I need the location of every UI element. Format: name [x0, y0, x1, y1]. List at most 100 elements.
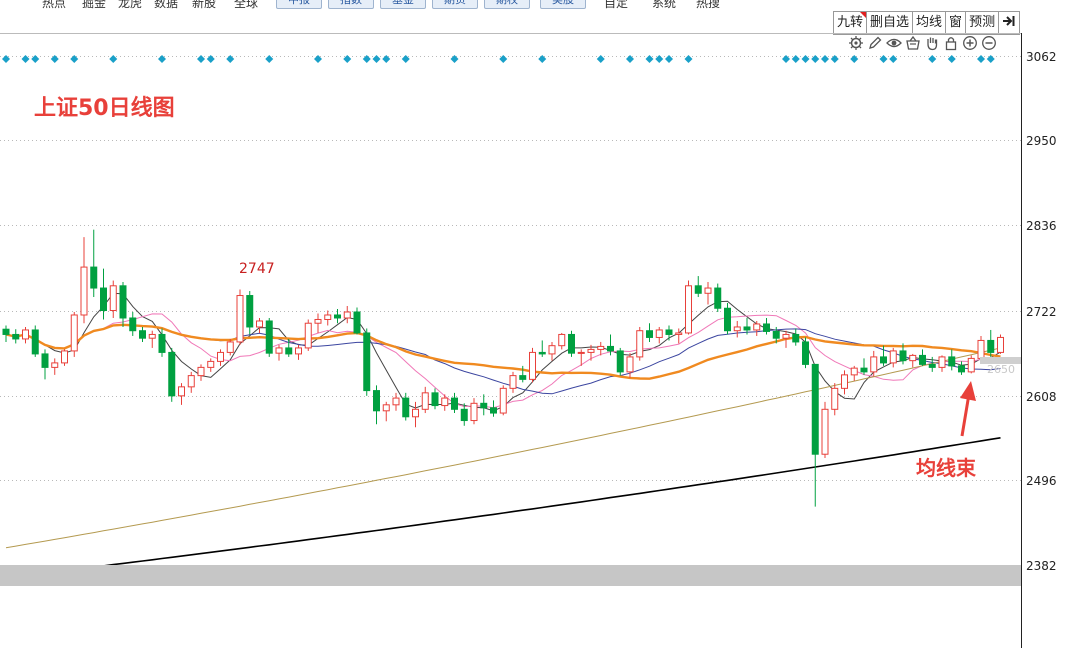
candle-body	[314, 318, 322, 324]
y-tick-label: 2382	[1026, 558, 1057, 573]
candle-body	[41, 353, 49, 368]
candle-body	[256, 320, 263, 328]
candle-body	[509, 375, 517, 389]
candle-body	[909, 354, 917, 362]
y-tick-label: 2836	[1026, 218, 1057, 233]
candle-body	[548, 345, 556, 355]
candle-body	[568, 333, 575, 354]
candle-body	[480, 402, 488, 409]
candle-body	[421, 392, 429, 410]
candle-body	[2, 328, 10, 335]
candle-body	[558, 333, 566, 347]
candle-body	[529, 351, 536, 380]
candle-body	[490, 407, 497, 414]
y-axis-line	[1021, 33, 1022, 648]
candle-body	[607, 345, 614, 352]
candle-body	[811, 363, 819, 455]
signal-marker	[821, 55, 829, 63]
candle-body	[187, 375, 195, 388]
candle-body	[61, 350, 68, 364]
chart-title: 上证50日线图	[34, 96, 175, 121]
candle-body	[860, 367, 868, 373]
candle-body	[109, 285, 117, 311]
candle-body	[616, 350, 624, 373]
candle-body	[577, 351, 585, 354]
candle-body	[841, 374, 848, 389]
signal-marker	[450, 55, 459, 63]
candle-body	[139, 330, 146, 339]
signal-marker	[538, 55, 547, 63]
candle-body	[899, 350, 907, 362]
candle-body	[792, 333, 800, 343]
volume-panel-separator	[0, 565, 1021, 586]
candle-body	[714, 287, 722, 309]
candle-body	[304, 322, 312, 349]
candle-body	[275, 347, 283, 354]
signal-markers	[2, 55, 995, 63]
candle-body	[919, 354, 926, 365]
candle-body	[880, 356, 887, 364]
candle-body	[148, 333, 156, 339]
candle-body	[948, 356, 956, 367]
candle-body	[597, 345, 605, 350]
candle-body	[772, 330, 780, 339]
signal-marker	[977, 55, 985, 63]
candle-body	[938, 356, 946, 368]
candle-body	[51, 362, 59, 368]
candle-body	[655, 329, 663, 338]
candle-body	[392, 397, 400, 406]
ma120-line	[5, 437, 1001, 579]
candle-body	[675, 332, 683, 335]
candle-body	[704, 287, 712, 294]
candle-body	[12, 333, 20, 340]
signal-marker	[206, 55, 215, 63]
candle-body	[928, 363, 936, 368]
ghost-price-label: 2650	[987, 363, 1015, 376]
y-tick-label: 2950	[1026, 133, 1057, 148]
candle-body	[334, 314, 341, 319]
candle-body	[431, 392, 439, 407]
candle-body	[168, 351, 176, 397]
candle-body	[694, 285, 702, 294]
candle-body	[343, 311, 351, 319]
y-tick-label: 3062	[1026, 49, 1057, 64]
candle-body	[285, 347, 293, 355]
candle-body	[733, 326, 741, 332]
candle-body	[499, 387, 507, 414]
signal-marker	[830, 55, 839, 63]
ma60-line	[5, 347, 1001, 549]
y-tick-label: 2722	[1026, 304, 1057, 319]
candle-body	[451, 397, 458, 410]
signal-marker	[372, 55, 381, 63]
candle-body	[782, 333, 790, 339]
candle-body	[831, 387, 839, 410]
candle-body	[236, 295, 244, 343]
candle-body	[987, 339, 995, 353]
candle-body	[31, 329, 39, 355]
candle-body	[519, 375, 527, 380]
candle-body	[977, 339, 985, 359]
candle-body	[382, 404, 390, 412]
candle-body	[470, 402, 478, 422]
peak-label: 2747	[239, 261, 275, 277]
candle-body	[763, 323, 770, 332]
candle-body	[646, 330, 653, 338]
candle-body	[753, 323, 761, 331]
signal-marker	[684, 55, 693, 63]
candle-body	[587, 348, 595, 353]
candle-body	[402, 397, 410, 418]
candle-body	[685, 285, 692, 334]
candle-body	[889, 350, 897, 364]
signal-marker	[382, 55, 391, 63]
signal-marker	[665, 55, 673, 63]
candle-body	[70, 314, 78, 352]
candle-body	[724, 307, 731, 332]
candle-body	[850, 367, 858, 376]
signal-marker	[850, 55, 859, 63]
candle-body	[353, 311, 361, 334]
candle-body	[967, 357, 975, 373]
signal-marker	[928, 55, 937, 63]
annotation-label: 均线束	[916, 456, 976, 480]
y-tick-label: 2608	[1026, 389, 1057, 404]
signal-marker	[70, 55, 79, 63]
